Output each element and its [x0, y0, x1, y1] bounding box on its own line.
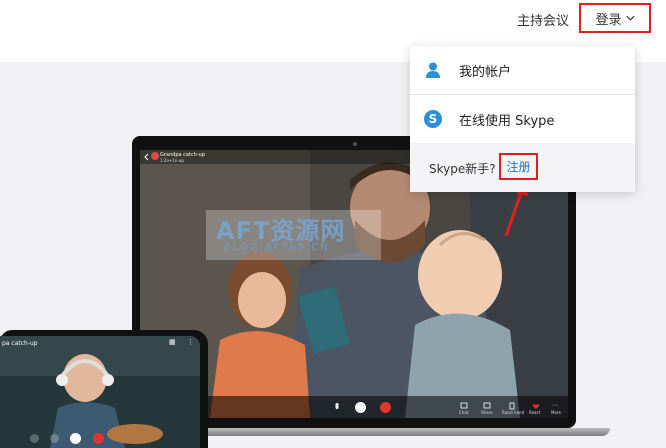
- login-button[interactable]: 登录: [579, 3, 651, 33]
- child-video-image: [0, 336, 200, 448]
- more-icon[interactable]: ⋯: [552, 402, 558, 409]
- chevron-down-icon: [625, 15, 635, 21]
- camera-dot: [353, 142, 357, 146]
- skype-icon: S: [424, 110, 442, 128]
- phone-end-call-button[interactable]: [93, 433, 104, 444]
- menu-item-my-account[interactable]: 我的帐户: [410, 46, 635, 94]
- share-label: Share: [481, 410, 493, 415]
- phone-device: pa catch-up ▦ ⋮: [0, 330, 208, 448]
- back-icon[interactable]: [143, 153, 151, 161]
- mic-icon[interactable]: [332, 402, 342, 412]
- my-account-label: 我的帐户: [459, 64, 512, 80]
- call-subtitle: 1:2n+1n-up: [160, 158, 184, 163]
- raise-hand-icon[interactable]: [508, 402, 516, 410]
- register-highlight: 注册: [499, 153, 538, 180]
- mic-button[interactable]: [30, 434, 39, 443]
- watermark-title: AFT资源网: [216, 217, 346, 245]
- register-link[interactable]: 注册: [506, 158, 530, 175]
- grid-icon[interactable]: ▦: [169, 338, 176, 346]
- phone-call-title: pa catch-up: [2, 340, 38, 347]
- login-label: 登录: [595, 12, 622, 28]
- host-meeting-link[interactable]: 主持会议: [517, 10, 569, 29]
- chat-icon[interactable]: [460, 402, 468, 410]
- phone-screen: pa catch-up ▦ ⋮: [0, 336, 200, 448]
- menu-item-skype-online[interactable]: S 在线使用 Skype: [410, 95, 635, 143]
- share-icon[interactable]: [483, 402, 491, 410]
- avatar-icon: [151, 152, 159, 160]
- top-header: 主持会议 登录: [0, 0, 666, 44]
- skype-online-label: 在线使用 Skype: [459, 113, 555, 129]
- menu-footer: Skype新手? 注册: [410, 143, 635, 192]
- chat-label: Chat: [459, 410, 469, 415]
- more-icon[interactable]: ⋮: [187, 338, 194, 346]
- phone-video-button[interactable]: [70, 433, 81, 444]
- more-label: More: [551, 410, 561, 415]
- heart-icon[interactable]: [532, 402, 540, 410]
- person-icon: [426, 62, 440, 78]
- raise-hand-label: Raise hand: [502, 410, 525, 415]
- react-label: React: [529, 410, 541, 415]
- svg-text:S: S: [429, 112, 438, 126]
- new-to-skype-text: Skype新手?: [429, 162, 496, 176]
- login-dropdown: 我的帐户 S 在线使用 Skype Skype新手? 注册: [410, 46, 635, 192]
- watermark-subtitle: BLOG.AFTSS.CN: [224, 242, 330, 253]
- mute-button[interactable]: [50, 434, 59, 443]
- watermark: AFT资源网 BLOG.AFTSS.CN: [206, 210, 381, 260]
- video-button[interactable]: [355, 402, 366, 413]
- end-call-button[interactable]: [380, 402, 391, 413]
